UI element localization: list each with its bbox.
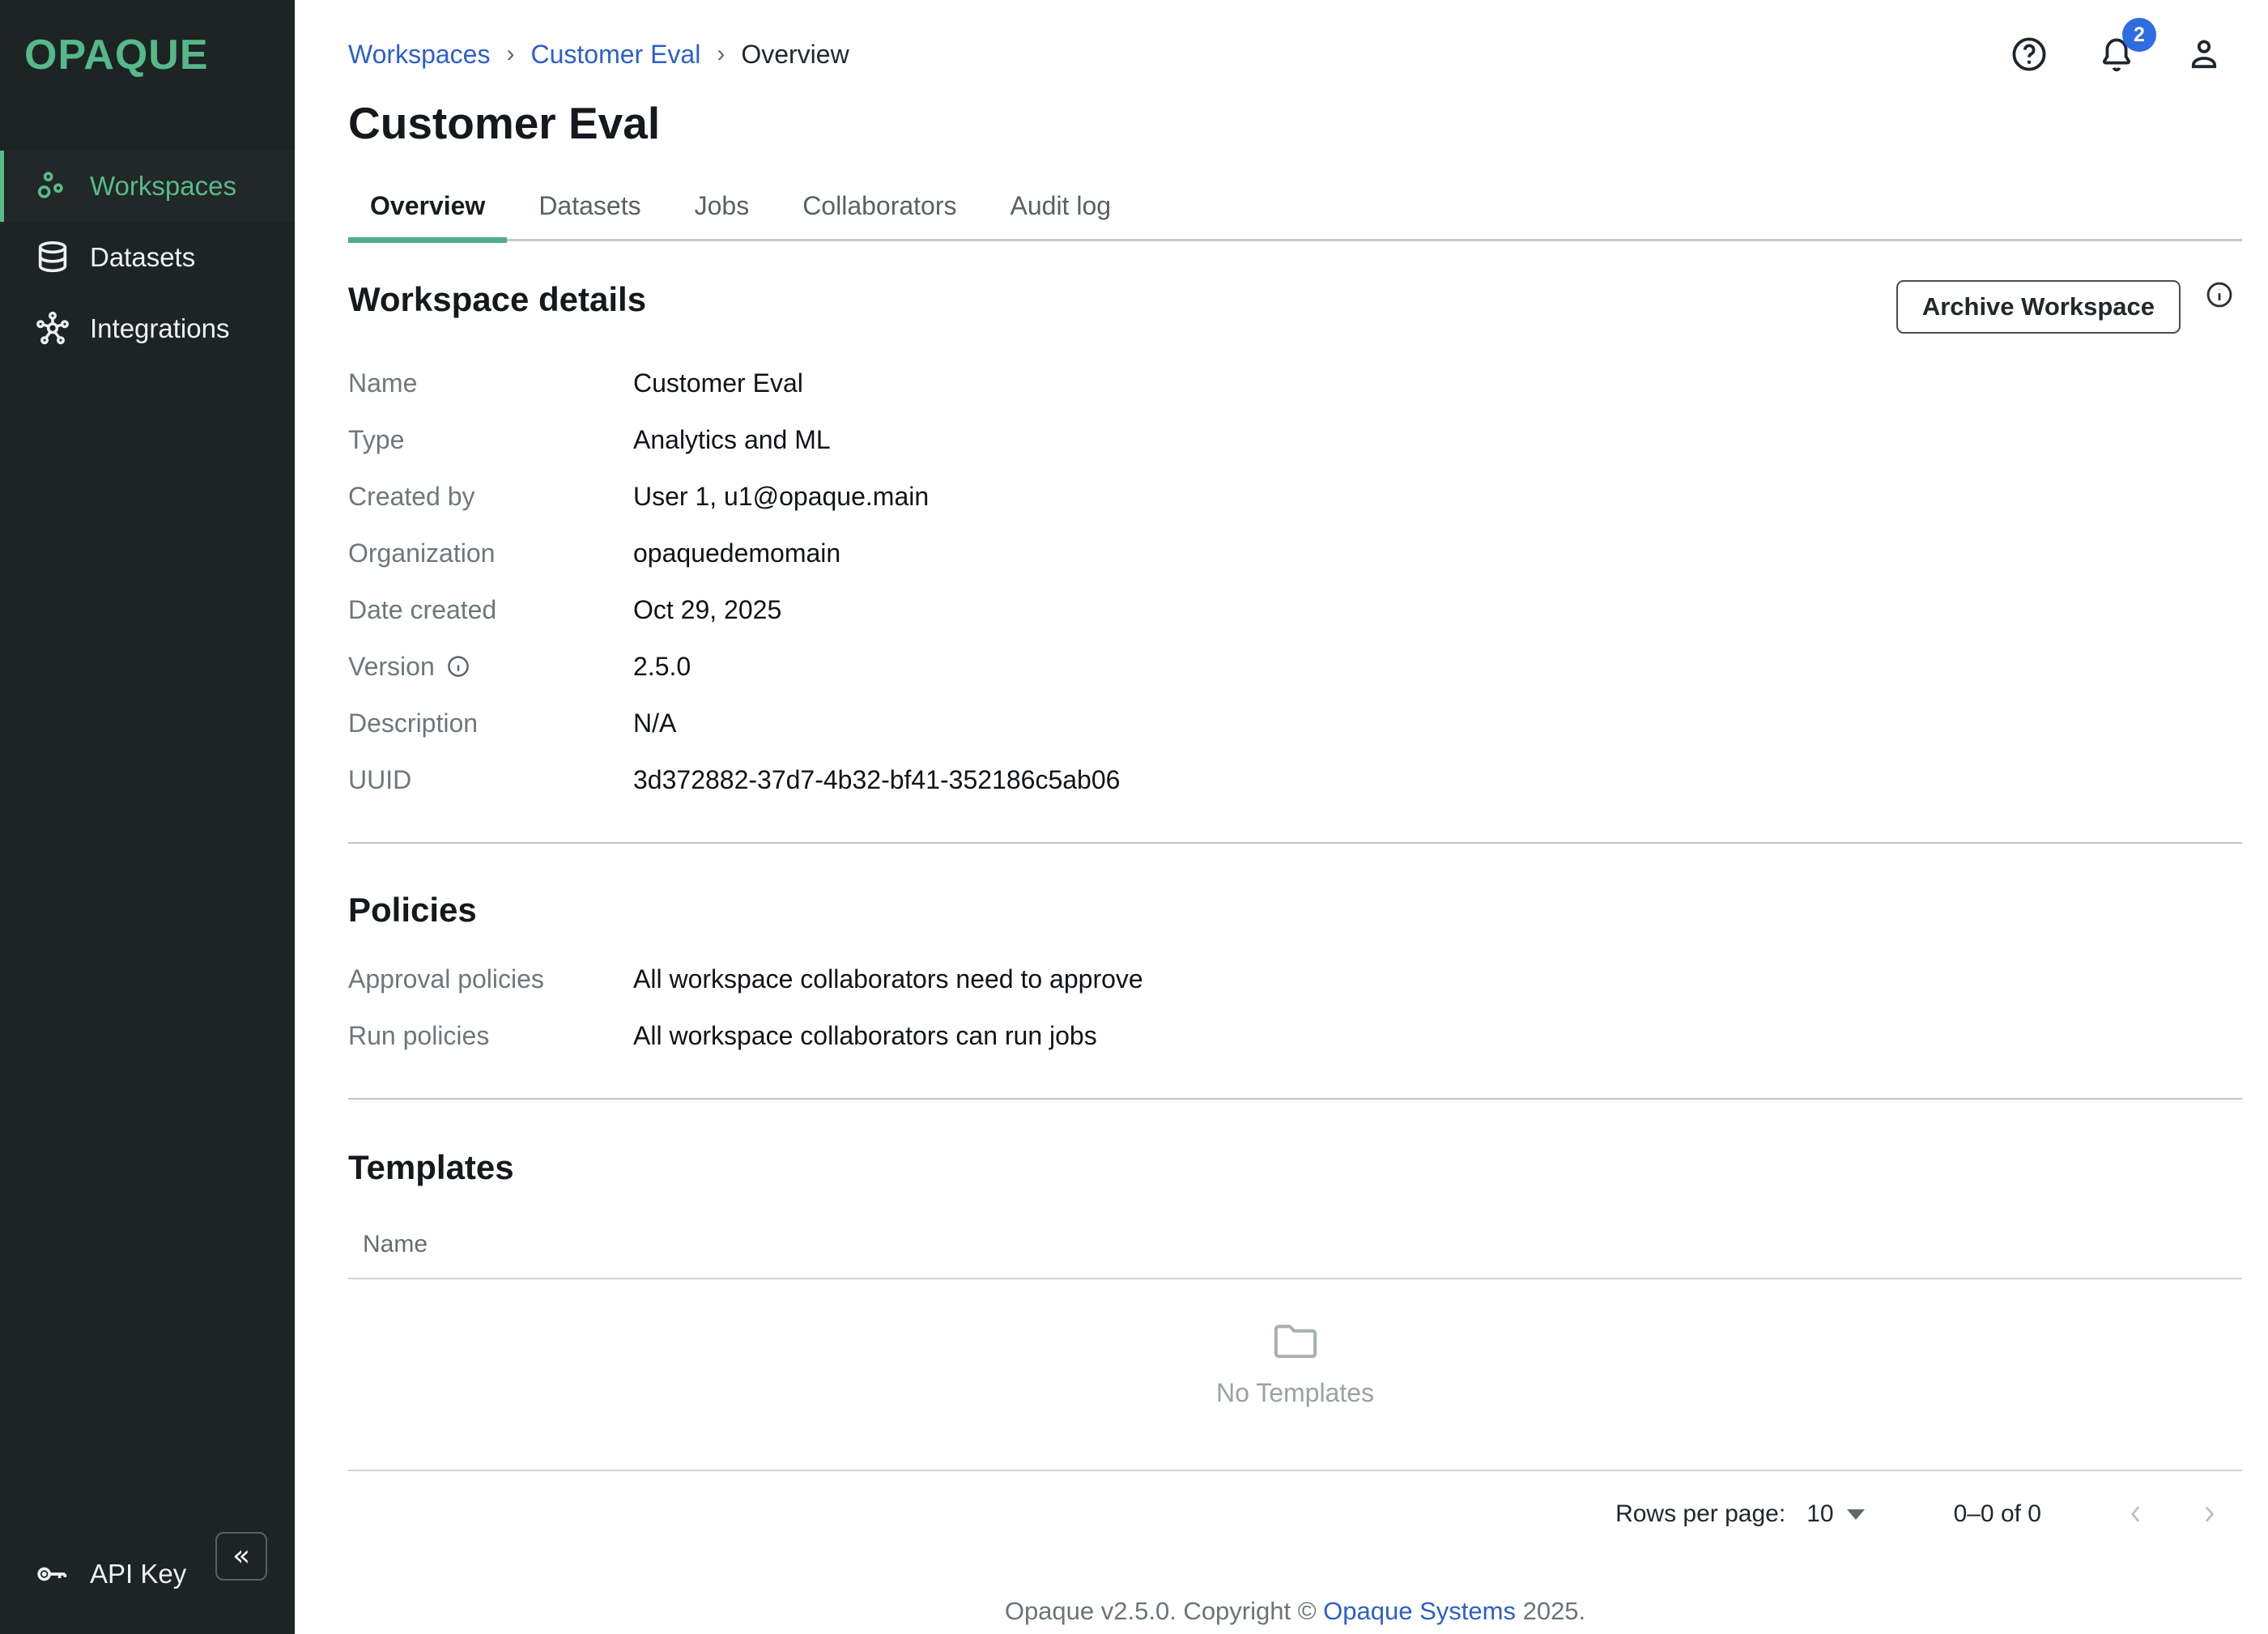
field-row-description: Description N/A <box>348 695 2242 751</box>
topbar: Workspaces › Customer Eval › Overview <box>348 34 2242 74</box>
empty-state-text: No Templates <box>1216 1378 1374 1408</box>
field-value: User 1, u1@opaque.main <box>633 482 929 512</box>
field-value: 2.5.0 <box>633 652 691 682</box>
field-label: Name <box>348 368 633 398</box>
rows-per-page-select[interactable]: 10 <box>1806 1500 1864 1528</box>
notification-count-badge: 2 <box>2122 18 2156 52</box>
breadcrumb-workspace-link[interactable]: Customer Eval <box>530 40 700 70</box>
field-label: Description <box>348 708 633 738</box>
rows-per-page-label: Rows per page: <box>1615 1500 1785 1528</box>
field-value: Oct 29, 2025 <box>633 595 781 625</box>
tab-collaborators[interactable]: Collaborators <box>781 178 978 239</box>
sidebar-item-label: API Key <box>90 1559 186 1589</box>
app-root: OPAQUE Workspaces <box>0 0 2268 1634</box>
field-row-organization: Organization opaquedemomain <box>348 525 2242 581</box>
archive-workspace-area: Archive Workspace <box>1896 280 2242 334</box>
field-label: Approval policies <box>348 964 633 994</box>
field-value: N/A <box>633 708 676 738</box>
folder-icon <box>1272 1318 1319 1365</box>
templates-empty-state: No Templates <box>348 1279 2242 1450</box>
field-label: Version <box>348 652 633 682</box>
footer-text-prefix: Opaque v2.5.0. Copyright © <box>1005 1597 1323 1625</box>
help-icon[interactable] <box>2009 34 2049 74</box>
field-row-type: Type Analytics and ML <box>348 411 2242 468</box>
footer: Opaque v2.5.0. Copyright © Opaque System… <box>348 1597 2242 1634</box>
sidebar-item-workspaces[interactable]: Workspaces <box>0 151 295 222</box>
sidebar-nav: Workspaces Datasets <box>0 151 295 364</box>
policies-heading: Policies <box>348 891 2242 930</box>
sidebar-collapse-button[interactable]: « <box>215 1532 267 1581</box>
previous-page-icon[interactable] <box>2114 1492 2158 1536</box>
table-bottom-divider <box>348 1470 2242 1471</box>
field-value: Customer Eval <box>633 368 803 398</box>
footer-opaque-systems-link[interactable]: Opaque Systems <box>1323 1597 1516 1625</box>
templates-column-header-name: Name <box>348 1231 2242 1258</box>
sidebar-item-label: Integrations <box>90 313 229 344</box>
templates-heading: Templates <box>348 1148 2242 1187</box>
key-icon <box>33 1555 72 1594</box>
field-label: Organization <box>348 538 633 568</box>
field-row-created-by: Created by User 1, u1@opaque.main <box>348 468 2242 525</box>
tab-overview[interactable]: Overview <box>348 178 507 239</box>
breadcrumb-workspaces-link[interactable]: Workspaces <box>348 40 490 70</box>
workspaces-icon <box>33 167 72 206</box>
rows-per-page-value: 10 <box>1806 1500 1833 1528</box>
field-label-text: Version <box>348 652 435 682</box>
templates-pagination: Rows per page: 10 0–0 of 0 <box>348 1492 2242 1536</box>
field-row-uuid: UUID 3d372882-37d7-4b32-bf41-352186c5ab0… <box>348 751 2242 808</box>
footer-text-suffix: 2025. <box>1516 1597 1585 1625</box>
tab-datasets[interactable]: Datasets <box>517 178 662 239</box>
field-label: Date created <box>348 595 633 625</box>
tab-jobs[interactable]: Jobs <box>673 178 772 239</box>
field-label: Run policies <box>348 1021 633 1051</box>
field-row-date-created: Date created Oct 29, 2025 <box>348 581 2242 638</box>
field-row-approval-policies: Approval policies All workspace collabor… <box>348 951 2242 1007</box>
field-label: Created by <box>348 482 633 512</box>
main-content: Workspaces › Customer Eval › Overview <box>295 0 2268 1634</box>
info-icon[interactable] <box>2205 280 2234 309</box>
database-icon <box>33 238 72 277</box>
sidebar-item-datasets[interactable]: Datasets <box>0 222 295 293</box>
field-row-version: Version 2.5.0 <box>348 638 2242 695</box>
breadcrumb-separator-icon: › <box>506 40 514 68</box>
sidebar-item-label: Workspaces <box>90 171 236 202</box>
field-value: All workspace collaborators can run jobs <box>633 1021 1097 1051</box>
account-icon[interactable] <box>2184 34 2224 74</box>
version-info-icon[interactable] <box>446 654 470 679</box>
topbar-icons: 2 <box>2009 34 2242 74</box>
sidebar-item-integrations[interactable]: Integrations <box>0 293 295 364</box>
section-divider <box>348 1098 2242 1100</box>
field-value: 3d372882-37d7-4b32-bf41-352186c5ab06 <box>633 765 1120 795</box>
breadcrumb-separator-icon: › <box>717 40 725 68</box>
sidebar-item-label: Datasets <box>90 242 195 273</box>
opaque-logo: OPAQUE <box>0 0 295 79</box>
field-label: Type <box>348 425 633 455</box>
field-value: All workspace collaborators need to appr… <box>633 964 1143 994</box>
breadcrumb: Workspaces › Customer Eval › Overview <box>348 40 849 70</box>
page-title: Customer Eval <box>348 97 2242 149</box>
field-value: Analytics and ML <box>633 425 831 455</box>
sidebar: OPAQUE Workspaces <box>0 0 295 1634</box>
section-divider <box>348 842 2242 844</box>
workspace-details-fields: Name Customer Eval Type Analytics and ML… <box>348 355 2242 808</box>
field-value: opaquedemomain <box>633 538 840 568</box>
workspace-details-heading: Workspace details <box>348 280 646 319</box>
archive-workspace-button[interactable]: Archive Workspace <box>1896 280 2181 334</box>
hub-icon <box>33 309 72 348</box>
policies-fields: Approval policies All workspace collabor… <box>348 951 2242 1064</box>
field-label: UUID <box>348 765 633 795</box>
notifications-bell-icon[interactable]: 2 <box>2096 34 2137 74</box>
field-row-name: Name Customer Eval <box>348 355 2242 411</box>
pagination-range: 0–0 of 0 <box>1954 1500 2041 1528</box>
field-row-run-policies: Run policies All workspace collaborators… <box>348 1007 2242 1064</box>
workspace-details-header: Workspace details Archive Workspace <box>348 280 2242 334</box>
tab-audit-log[interactable]: Audit log <box>989 178 1134 239</box>
breadcrumb-current: Overview <box>741 40 849 70</box>
tabs: Overview Datasets Jobs Collaborators Aud… <box>348 178 2242 241</box>
dropdown-caret-icon <box>1847 1509 1865 1520</box>
next-page-icon[interactable] <box>2187 1492 2231 1536</box>
